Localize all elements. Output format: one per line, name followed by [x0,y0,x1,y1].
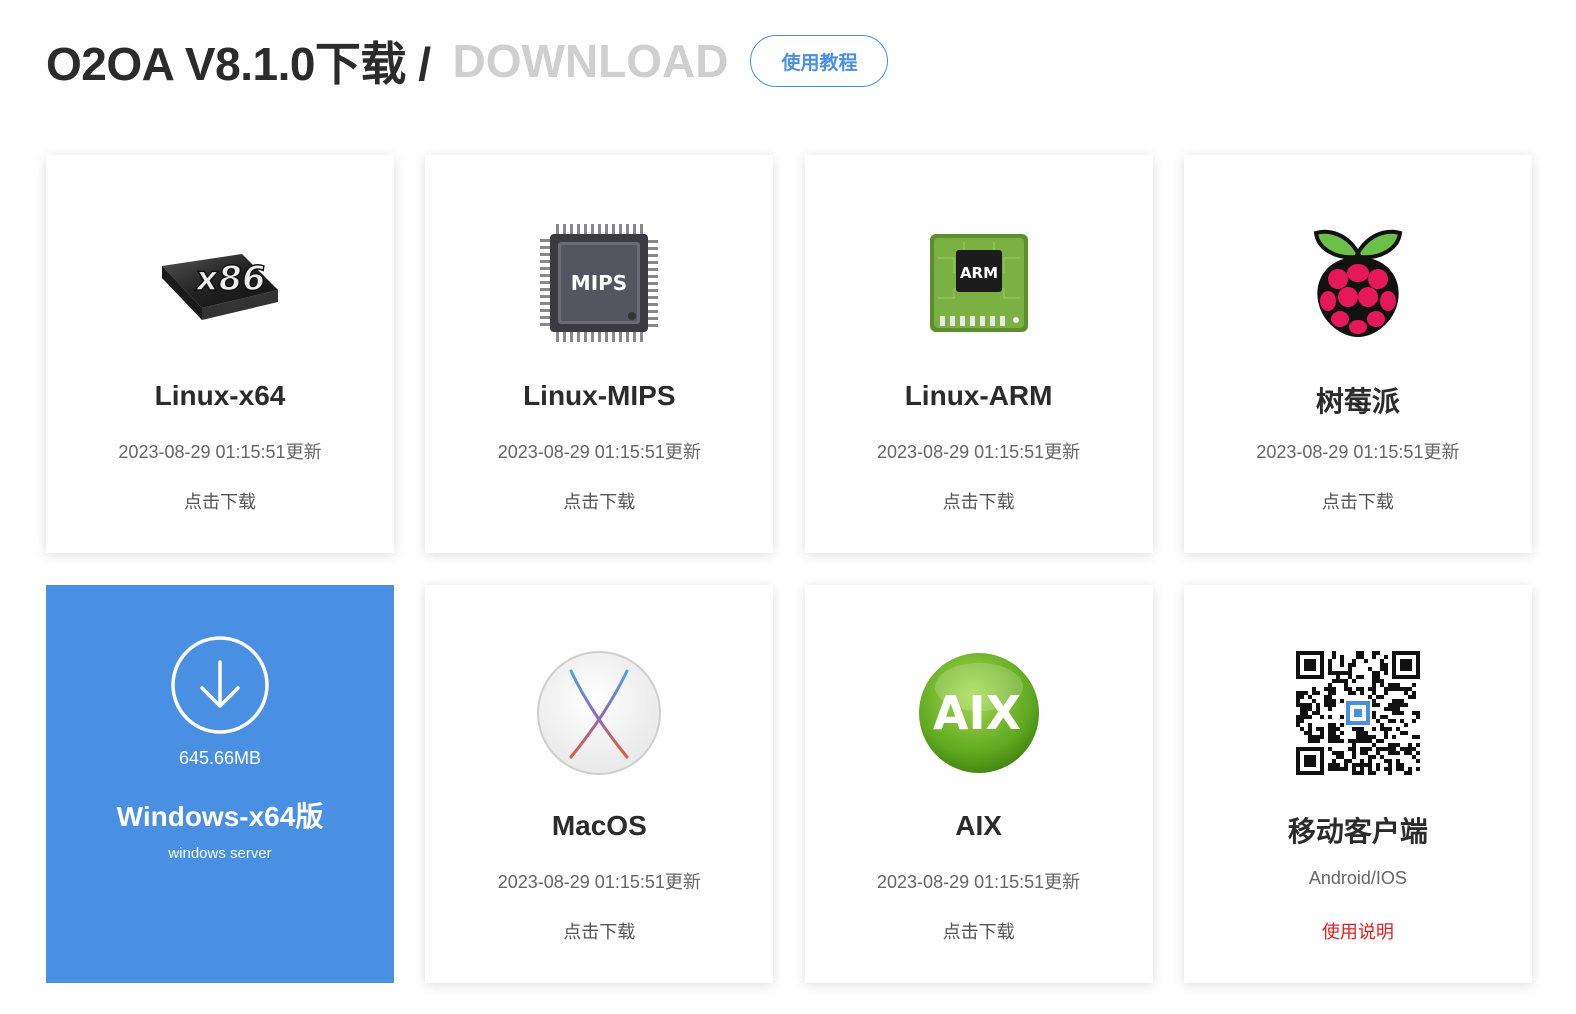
card-windows-x64[interactable]: 645.66MB Windows-x64版 windows server [46,585,394,983]
file-size: 645.66MB [178,748,262,768]
svg-text:AIX: AIX [933,686,1021,740]
card-linux-arm[interactable]: ARM Linux-ARM 2023-08-29 01:15:51更新 点击下载 [804,155,1153,553]
card-title: Windows-x64版 [116,801,324,832]
card-date: 2023-08-29 01:15:51更新 [497,442,701,462]
card-date: 2023-08-29 01:15:51更新 [1256,442,1460,462]
platform-text: Android/IOS [1308,868,1407,888]
card-title: 树莓派 [1315,386,1400,417]
page-title: O2OA V8.1.0下载 / [46,38,431,90]
card-title: AIX [955,810,1002,841]
card-title: Linux-x64 [154,380,286,411]
x86-chip-icon: x86 [150,213,290,353]
download-link[interactable]: 点击下载 [425,918,773,944]
card-linux-mips[interactable]: MIPS Linux-MIPS 2023-08-29 01:15:51更新 点击… [425,155,774,553]
card-date: 2023-08-29 01:15:51更新 [877,872,1081,892]
card-date: 2023-08-29 01:15:51更新 [877,442,1081,462]
svg-text:x86: x86 [193,259,268,299]
macos-x-icon [529,643,669,783]
card-aix[interactable]: AIX AIX 2023-08-29 01:15:51更新 点击下载 [804,585,1153,983]
svg-text:ARM: ARM [960,264,998,282]
download-link[interactable]: 点击下载 [805,488,1153,514]
card-title: MacOS [551,810,647,841]
download-grid: x86 Linux-x64 2023-08-29 01:15:51更新 点击下载 [46,155,1532,983]
card-macos[interactable]: MacOS 2023-08-29 01:15:51更新 点击下载 [425,585,774,983]
card-title: Linux-MIPS [523,380,676,411]
card-mobile-client[interactable]: 移动客户端 Android/IOS 使用说明 [1183,585,1532,983]
qr-code-icon [1288,643,1428,783]
page-header: O2OA V8.1.0下载 / DOWNLOAD 使用教程 [46,30,889,92]
svg-text:MIPS: MIPS [571,271,627,295]
card-raspberry-pi[interactable]: 树莓派 2023-08-29 01:15:51更新 点击下载 [1183,155,1532,553]
usage-guide-link[interactable]: 使用说明 [1184,918,1532,944]
card-date: 2023-08-29 01:15:51更新 [118,442,322,462]
download-link[interactable]: 点击下载 [805,918,1153,944]
download-circle-icon [171,636,269,734]
mips-chip-icon: MIPS [529,213,669,353]
aix-logo-icon: AIX [909,643,1049,783]
card-title: Linux-ARM [904,380,1053,411]
card-subtitle: windows server [168,845,272,862]
card-title: 移动客户端 [1287,816,1428,847]
card-date: 2023-08-29 01:15:51更新 [497,872,701,892]
tutorial-button[interactable]: 使用教程 [750,35,889,87]
arm-chip-icon: ARM [909,213,1049,353]
card-linux-x64[interactable]: x86 Linux-x64 2023-08-29 01:15:51更新 点击下载 [46,155,394,553]
page-subtitle: DOWNLOAD [452,35,729,87]
download-link[interactable]: 点击下载 [425,488,773,514]
download-link[interactable]: 点击下载 [1184,488,1532,514]
download-link[interactable]: 点击下载 [46,488,394,514]
raspberry-pi-icon [1288,213,1428,353]
